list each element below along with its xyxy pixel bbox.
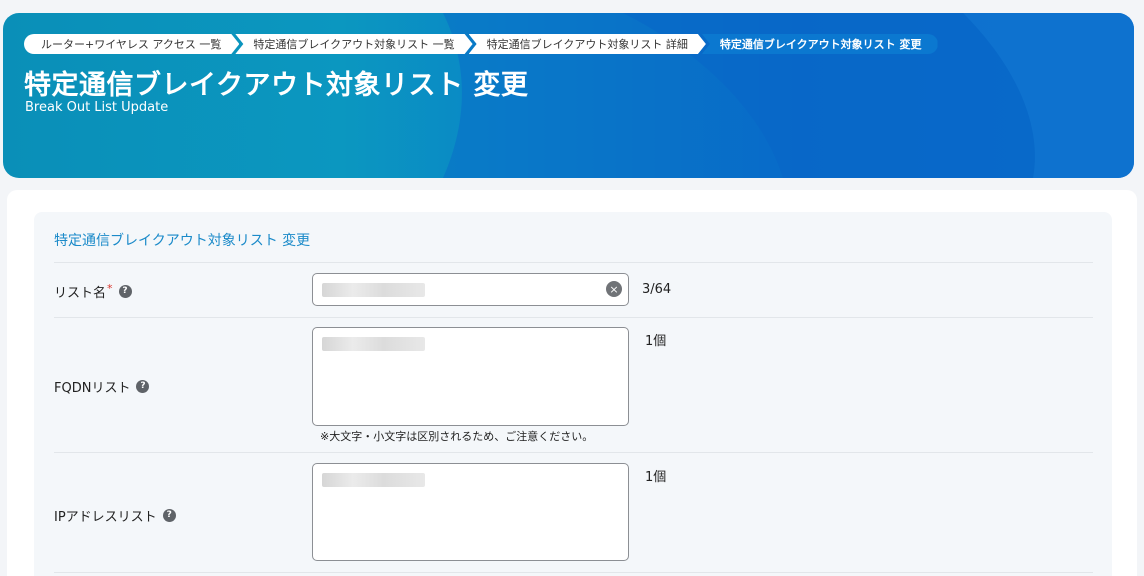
fqdn-list-label: FQDNリスト ? xyxy=(54,377,150,396)
list-name-counter: 3/64 xyxy=(642,282,672,297)
list-name-input[interactable]: × xyxy=(312,273,629,306)
breadcrumb-item-router-list[interactable]: ルーター+ワイヤレス アクセス 一覧 xyxy=(24,34,239,54)
divider xyxy=(54,262,1093,263)
ip-list-label: IPアドレスリスト ? xyxy=(54,506,176,525)
masked-value xyxy=(322,473,425,487)
masked-value xyxy=(322,283,425,297)
main-card: 特定通信ブレイクアウト対象リスト 変更 リスト名 * ? × 3/64 FQDN… xyxy=(7,190,1137,576)
section-title: 特定通信ブレイクアウト対象リスト 変更 xyxy=(54,233,311,249)
divider xyxy=(54,317,1093,318)
divider xyxy=(54,572,1093,573)
fqdn-list-textarea[interactable] xyxy=(312,327,629,426)
form-section: 特定通信ブレイクアウト対象リスト 変更 リスト名 * ? × 3/64 FQDN… xyxy=(34,212,1112,576)
breadcrumb-item-breakout-detail[interactable]: 特定通信ブレイクアウト対象リスト 詳細 xyxy=(469,34,706,54)
breadcrumb-item-breakout-list[interactable]: 特定通信ブレイクアウト対象リスト 一覧 xyxy=(235,34,472,54)
page-header: ルーター+ワイヤレス アクセス 一覧 特定通信ブレイクアウト対象リスト 一覧 特… xyxy=(3,13,1134,178)
question-circle-icon[interactable]: ? xyxy=(162,509,176,522)
list-name-label-text: リスト名 xyxy=(54,286,107,301)
breadcrumb: ルーター+ワイヤレス アクセス 一覧 特定通信ブレイクアウト対象リスト 一覧 特… xyxy=(24,34,938,54)
case-sensitivity-note: ※大文字・小文字は区別されるため、ご注意ください。 xyxy=(320,430,594,443)
question-circle-icon[interactable]: ? xyxy=(136,380,150,393)
divider xyxy=(54,452,1093,453)
breadcrumb-item-current: 特定通信ブレイクアウト対象リスト 変更 xyxy=(701,34,938,54)
ip-list-counter: 1個 xyxy=(645,470,667,485)
page-subtitle: Break Out List Update xyxy=(25,100,169,115)
ip-list-textarea[interactable] xyxy=(312,463,629,561)
required-mark: * xyxy=(107,282,113,295)
clear-circle-icon[interactable]: × xyxy=(606,281,622,297)
masked-value xyxy=(322,337,425,351)
ip-list-label-text: IPアドレスリスト xyxy=(54,510,157,525)
fqdn-list-counter: 1個 xyxy=(645,334,667,349)
page-title: 特定通信ブレイクアウト対象リスト 変更 xyxy=(24,70,529,101)
fqdn-list-label-text: FQDNリスト xyxy=(54,381,131,396)
question-circle-icon[interactable]: ? xyxy=(118,285,132,298)
list-name-label: リスト名 * ? xyxy=(54,282,132,301)
